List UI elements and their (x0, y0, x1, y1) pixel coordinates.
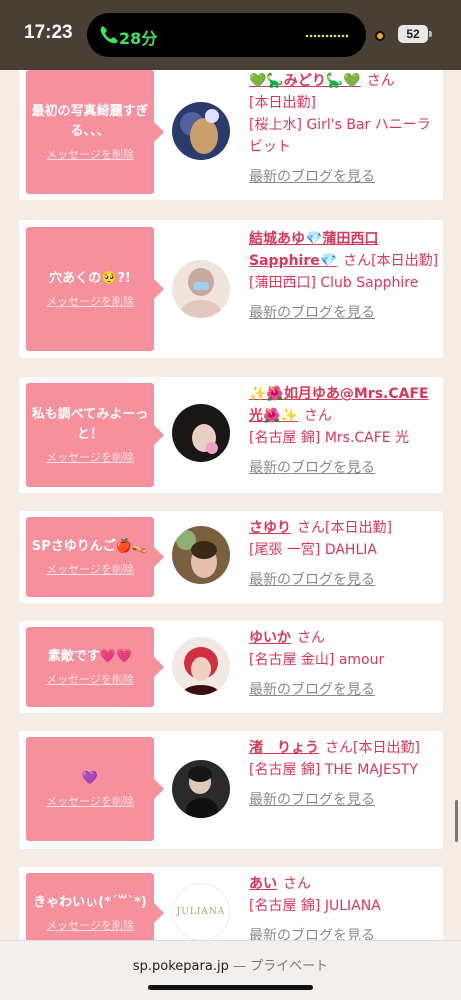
honorific: さん (283, 876, 311, 892)
latest-blog-link[interactable]: 最新のブログを見る (249, 928, 375, 940)
shop-name: [名古屋 金山] amour (249, 652, 385, 668)
message-card: SPさゆりんご🍎👡 メッセージを削除 さゆり さん[本日出勤] [尾張 一宮] D… (19, 511, 443, 603)
latest-blog-link[interactable]: 最新のブログを見る (249, 572, 375, 588)
avatar[interactable] (172, 260, 230, 318)
message-card: 最初の写真綺麗すぎる、、、 メッセージを削除 💚🦕みどり🦕💚 さん [本日出勤] … (19, 70, 443, 200)
delete-message-link[interactable]: メッセージを削除 (46, 795, 134, 809)
message-bubble: 最初の写真綺麗すぎる、、、 メッセージを削除 (26, 70, 164, 194)
avatar[interactable] (172, 526, 230, 584)
message-card: 私も調べてみよーっと！ メッセージを削除 ✨🌺如月ゆあ@Mrs.CAFE光🌺✨ さ… (19, 377, 443, 493)
shop-name: [名古屋 錦] JULIANA (249, 898, 381, 914)
profile-info: 渚 りょう さん[本日出勤] [名古屋 錦] THE MAJESTY 最新のブログ… (249, 737, 439, 811)
message-text: 私も調べてみよーっと！ (31, 407, 149, 442)
shop-name: [名古屋 錦] Mrs.CAFE 光 (249, 430, 410, 446)
shop-name: [蒲田西口] Club Sapphire (249, 275, 419, 291)
profile-name-link[interactable]: さゆり (249, 520, 291, 536)
shop-name: [名古屋 錦] THE MAJESTY (249, 762, 418, 778)
avatar[interactable]: JULIANA (172, 883, 230, 940)
work-badge: [本日出勤] (249, 95, 316, 111)
latest-blog-link[interactable]: 最新のブログを見る (249, 169, 375, 185)
shop-name: [尾張 一宮] DAHLIA (249, 542, 377, 558)
profile-name-link[interactable]: あい (249, 876, 277, 892)
battery-tip (429, 31, 432, 37)
avatar[interactable] (172, 102, 230, 160)
message-bubble: 💜 メッセージを削除 (26, 737, 164, 841)
message-text: 最初の写真綺麗すぎる、、、 (31, 104, 149, 139)
profile-name-link[interactable]: ✨🌺如月ゆあ@Mrs.CAFE光🌺✨ (249, 386, 429, 424)
scrollbar[interactable] (455, 800, 458, 842)
message-card: 穴あくの🥺?! メッセージを削除 結城あゆ💎蒲田西口Sapphire💎 さん[本日… (19, 220, 443, 358)
honorific: さん (366, 73, 395, 89)
profile-info: ✨🌺如月ゆあ@Mrs.CAFE光🌺✨ さん [名古屋 錦] Mrs.CAFE 光 … (249, 383, 439, 479)
profile-info: あい さん [名古屋 錦] JULIANA 最新のブログを見る (249, 873, 439, 940)
message-text: きゃわいぃ(*´꒳`*) (33, 895, 147, 910)
message-card: きゃわいぃ(*´꒳`*) メッセージを削除 JULIANA あい さん [名古屋 … (19, 867, 443, 940)
work-badge: [本日出勤] (353, 740, 420, 756)
message-bubble: きゃわいぃ(*´꒳`*) メッセージを削除 (26, 873, 164, 940)
profile-name-link[interactable]: 渚 りょう (249, 740, 319, 756)
work-badge: [本日出勤] (371, 253, 439, 269)
honorific: さん (297, 630, 325, 646)
delete-message-link[interactable]: メッセージを削除 (46, 919, 134, 933)
message-text: 💜 (81, 771, 99, 786)
work-badge: [本日出勤] (325, 520, 392, 536)
honorific: さん (297, 520, 325, 536)
delete-message-link[interactable]: メッセージを削除 (46, 451, 134, 465)
clock: 17:23 (24, 22, 73, 43)
privacy-indicator-icon (375, 31, 385, 41)
shop-logo: JULIANA (176, 907, 226, 917)
message-card: 素敵です💗💗 メッセージを削除 ゆいか さん [名古屋 金山] amour 最新の… (19, 621, 443, 713)
avatar[interactable] (172, 637, 230, 695)
honorific: さん (343, 253, 372, 269)
delete-message-link[interactable]: メッセージを削除 (46, 295, 134, 309)
latest-blog-link[interactable]: 最新のブログを見る (249, 305, 375, 321)
message-text: 素敵です💗💗 (47, 649, 133, 664)
dynamic-island[interactable]: 28分 (87, 13, 366, 57)
avatar[interactable] (172, 760, 230, 818)
profile-info: ゆいか さん [名古屋 金山] amour 最新のブログを見る (249, 627, 439, 701)
honorific: さん (325, 740, 353, 756)
honorific: さん (303, 408, 332, 424)
message-text: SPさゆりんご🍎👡 (31, 539, 149, 554)
home-indicator[interactable] (148, 985, 313, 990)
domain: sp.pokepara.jp (132, 959, 229, 974)
phone-icon (100, 26, 118, 44)
message-bubble: SPさゆりんご🍎👡 メッセージを削除 (26, 517, 164, 597)
delete-message-link[interactable]: メッセージを削除 (46, 148, 134, 162)
shop-name: [桜上水] Girl's Bar ハニーラビット (249, 117, 431, 155)
message-bubble: 穴あくの🥺?! メッセージを削除 (26, 227, 164, 351)
latest-blog-link[interactable]: 最新のブログを見る (249, 682, 375, 698)
audio-wave-icon (305, 34, 349, 38)
delete-message-link[interactable]: メッセージを削除 (46, 673, 134, 687)
battery-icon: 52 (398, 25, 428, 43)
profile-info: 結城あゆ💎蒲田西口Sapphire💎 さん[本日出勤] [蒲田西口] Club S… (249, 228, 439, 324)
latest-blog-link[interactable]: 最新のブログを見る (249, 460, 375, 476)
profile-info: さゆり さん[本日出勤] [尾張 一宮] DAHLIA 最新のブログを見る (249, 517, 439, 591)
url-bar[interactable]: sp.pokepara.jp — プライベート (0, 940, 461, 1000)
profile-name-link[interactable]: ゆいか (249, 630, 291, 646)
url-text[interactable]: sp.pokepara.jp — プライベート (0, 955, 461, 974)
message-bubble: 素敵です💗💗 メッセージを削除 (26, 627, 164, 707)
message-bubble: 私も調べてみよーっと！ メッセージを削除 (26, 383, 164, 487)
latest-blog-link[interactable]: 最新のブログを見る (249, 792, 375, 808)
profile-name-link[interactable]: 💚🦕みどり🦕💚 (249, 73, 361, 89)
avatar[interactable] (172, 404, 230, 462)
message-text: 穴あくの🥺?! (49, 271, 131, 286)
private-label: — プライベート (232, 959, 329, 974)
profile-info: 💚🦕みどり🦕💚 さん [本日出勤] [桜上水] Girl's Bar ハニーラビッ… (249, 70, 439, 188)
call-duration: 28分 (119, 29, 158, 48)
message-card: 💜 メッセージを削除 渚 りょう さん[本日出勤] [名古屋 錦] THE MAJ… (19, 731, 443, 849)
status-bar: 17:23 28分 52 (0, 0, 461, 70)
delete-message-link[interactable]: メッセージを削除 (46, 563, 134, 577)
message-list[interactable]: 最初の写真綺麗すぎる、、、 メッセージを削除 💚🦕みどり🦕💚 さん [本日出勤] … (0, 70, 461, 940)
